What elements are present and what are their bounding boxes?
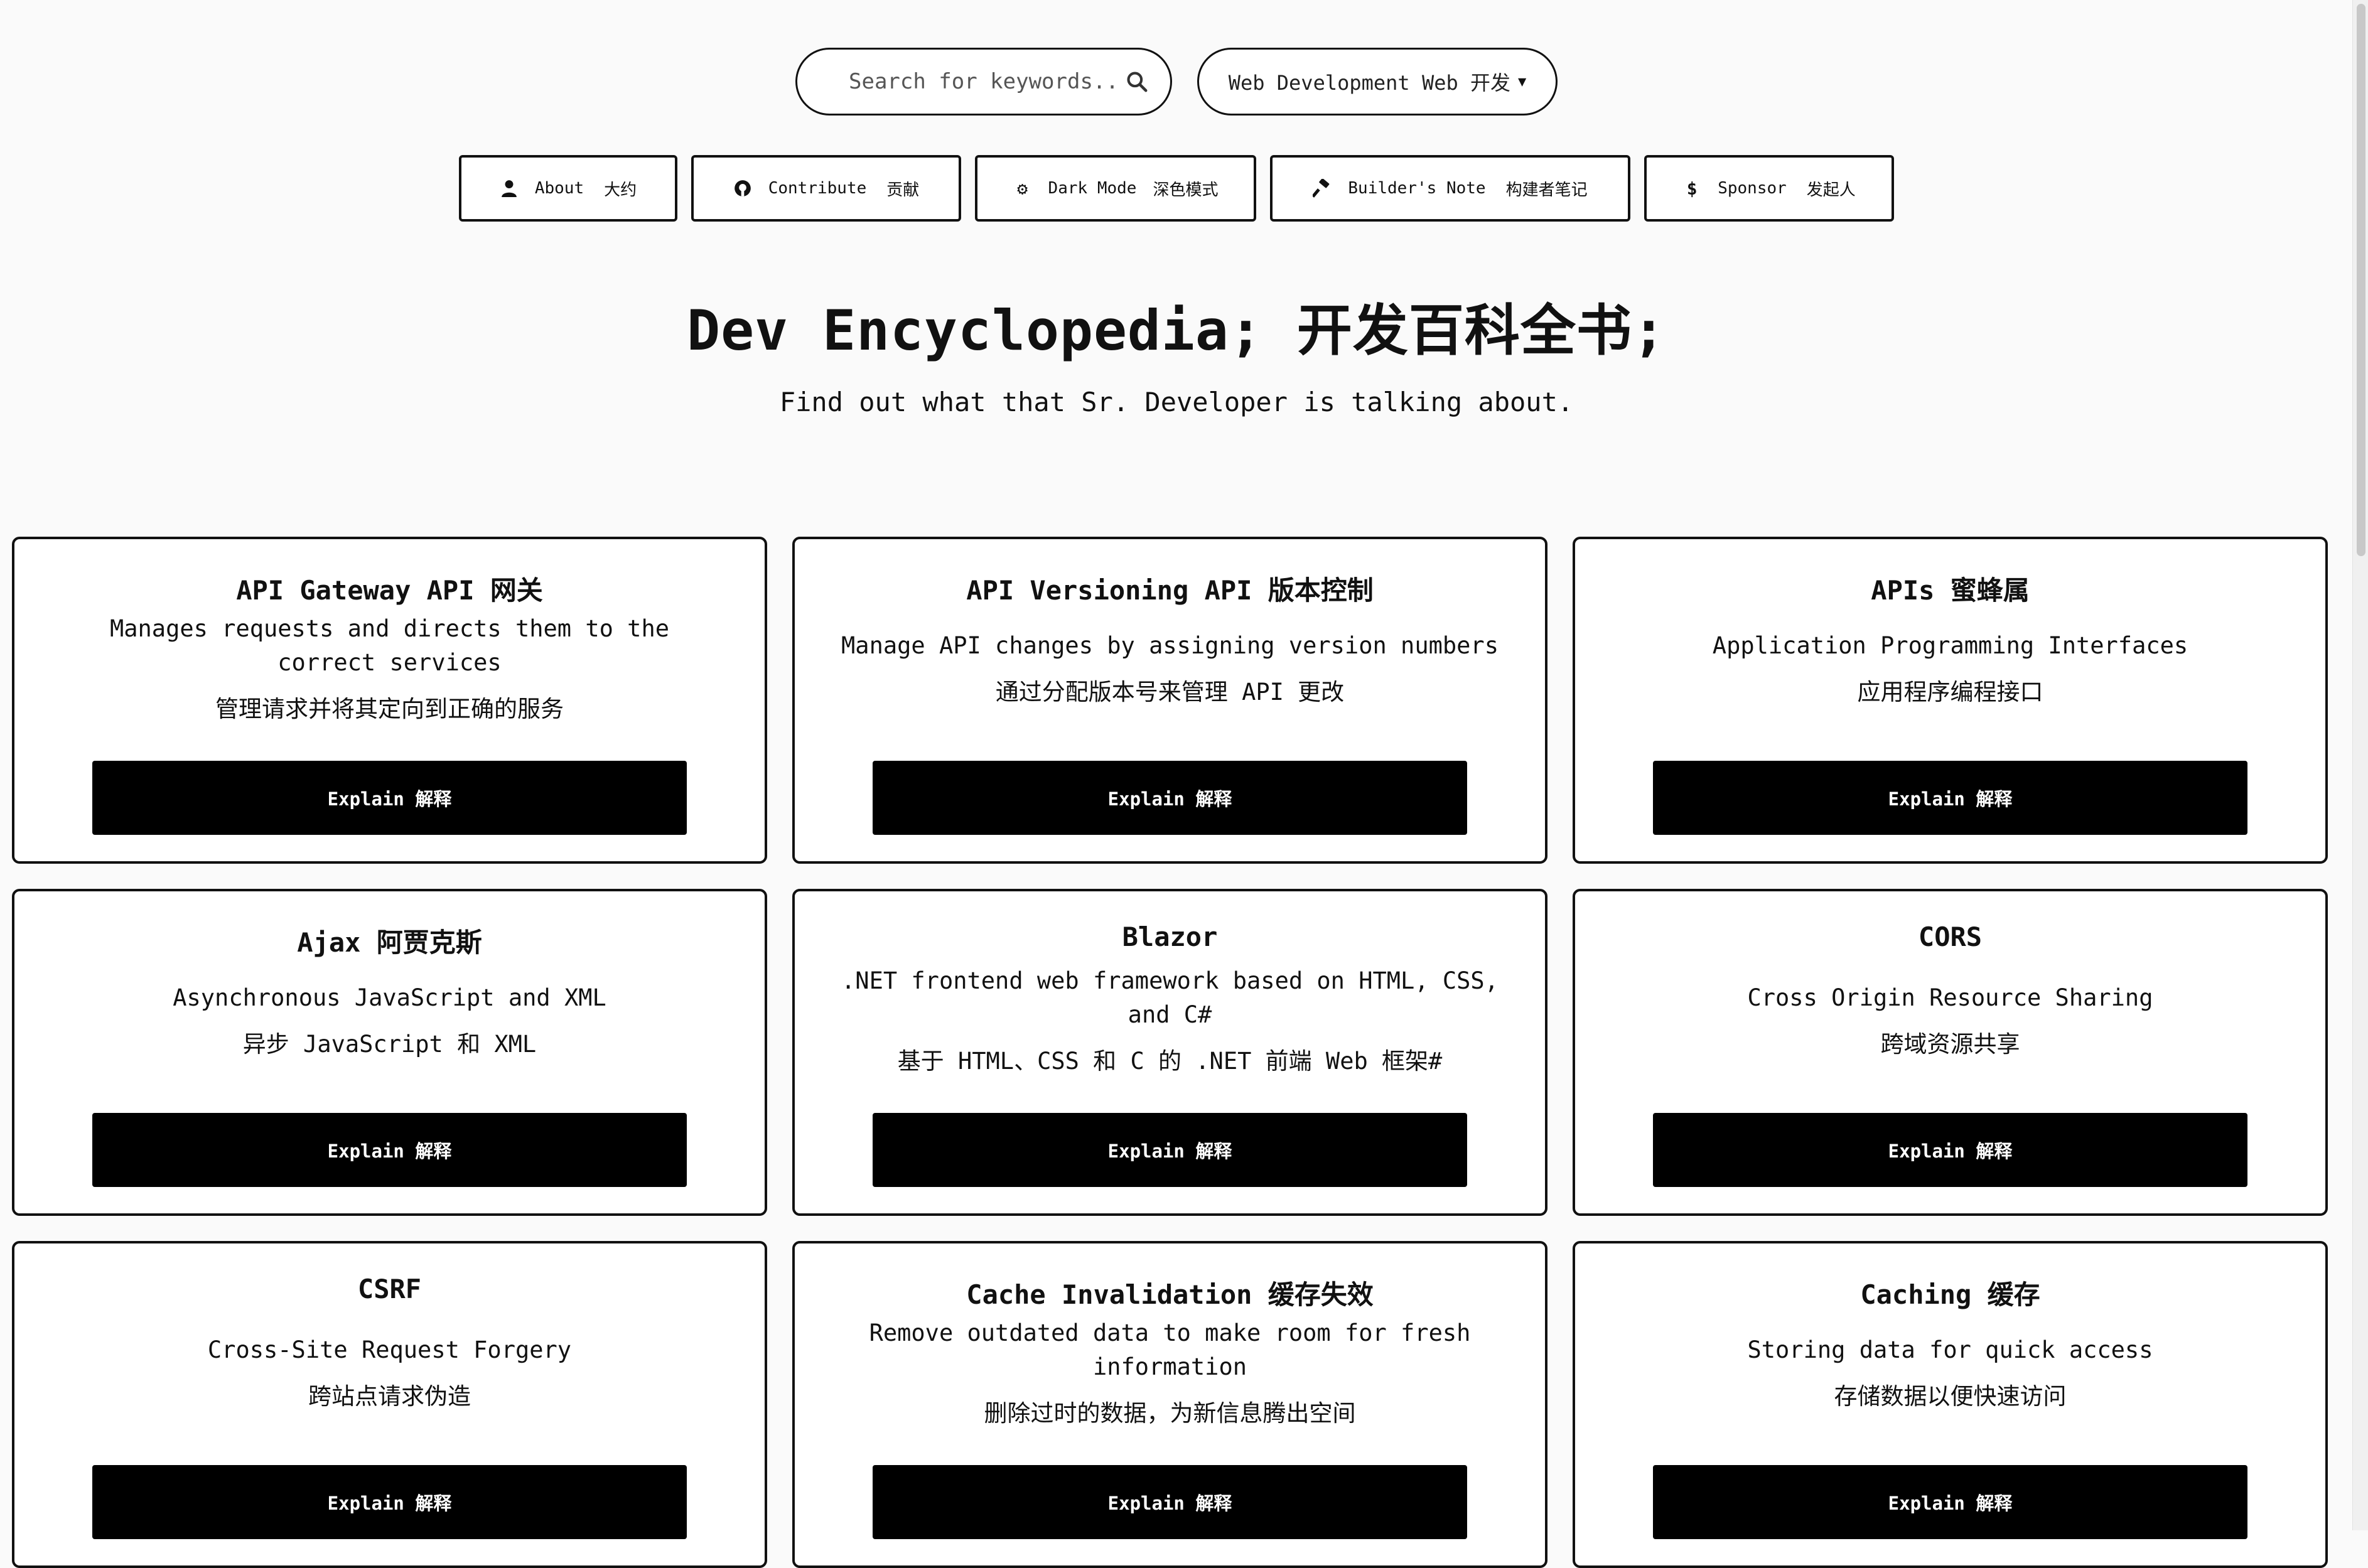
term-card-blazor: Blazor .NET frontend web framework based… — [792, 889, 1547, 1216]
card-description: Storing data for quick access — [1747, 1336, 2153, 1363]
builders-note-button[interactable]: Builder's Note 构建者笔记 — [1270, 155, 1630, 222]
about-label-zh: 大约 — [604, 180, 637, 200]
github-icon — [733, 179, 752, 198]
card-title: Cache Invalidation 缓存失效 — [966, 1279, 1374, 1310]
explain-button[interactable]: Explain 解释 — [873, 1113, 1467, 1187]
contribute-label: Contribute — [768, 179, 867, 198]
search-box[interactable] — [795, 48, 1172, 115]
about-button[interactable]: About 大约 — [459, 155, 677, 222]
sponsor-label: Sponsor — [1718, 179, 1787, 198]
card-title: API Versioning API 版本控制 — [966, 575, 1374, 606]
dark-mode-button[interactable]: ⚙ Dark Mode 深色模式 — [975, 155, 1256, 222]
card-body: .NET frontend web framework based on HTM… — [839, 967, 1501, 1075]
explain-button[interactable]: Explain 解释 — [1653, 1465, 2247, 1539]
sponsor-button[interactable]: $ Sponsor 发起人 — [1644, 155, 1894, 222]
card-title: Caching 缓存 — [1860, 1279, 2040, 1310]
search-icon[interactable] — [1125, 70, 1149, 94]
card-description: Asynchronous JavaScript and XML — [173, 984, 606, 1011]
card-body: Cross-Site Request Forgery 跨站点请求伪造 — [58, 1319, 721, 1426]
explain-button[interactable]: Explain 解释 — [873, 761, 1467, 835]
explain-button[interactable]: Explain 解释 — [1653, 1113, 2247, 1187]
about-label: About — [534, 179, 584, 198]
contribute-button[interactable]: Contribute 贡献 — [691, 155, 961, 222]
dark-mode-label: Dark Mode — [1048, 179, 1137, 198]
card-description: Remove outdated data to make room for fr… — [869, 1319, 1471, 1380]
contribute-label-zh: 贡献 — [886, 180, 920, 200]
term-card-cache-invalidation: Cache Invalidation 缓存失效 Remove outdated … — [792, 1241, 1547, 1568]
category-select-value: Web Development Web 开发 — [1228, 71, 1511, 95]
card-body: Storing data for quick access 存储数据以便快速访问 — [1619, 1319, 2281, 1426]
card-description: Cross Origin Resource Sharing — [1747, 984, 2153, 1011]
term-card-grid: API Gateway API 网关 Manages requests and … — [12, 537, 2328, 1568]
scrollbar-thumb[interactable] — [2357, 4, 2365, 556]
sponsor-label-zh: 发起人 — [1806, 180, 1856, 200]
category-select[interactable]: Web Development Web 开发 ▼ — [1197, 48, 1558, 115]
explain-button[interactable]: Explain 解释 — [92, 761, 687, 835]
dark-mode-label-zh: 深色模式 — [1153, 180, 1219, 200]
card-description-zh: 异步 JavaScript 和 XML — [242, 1031, 537, 1058]
card-body: Remove outdated data to make room for fr… — [839, 1319, 1501, 1427]
term-card-ajax: Ajax 阿贾克斯 Asynchronous JavaScript and XM… — [12, 889, 767, 1216]
term-card-cors: CORS Cross Origin Resource Sharing 跨域资源共… — [1573, 889, 2328, 1216]
term-card-csrf: CSRF Cross-Site Request Forgery 跨站点请求伪造 … — [12, 1241, 767, 1568]
card-description: Manages requests and directs them to the… — [109, 615, 670, 676]
card-body: Asynchronous JavaScript and XML 异步 JavaS… — [58, 967, 721, 1073]
explain-button[interactable]: Explain 解释 — [92, 1113, 687, 1187]
dollar-icon: $ — [1686, 178, 1698, 199]
search-bar-row: Web Development Web 开发 ▼ — [0, 48, 2353, 115]
card-body: Application Programming Interfaces 应用程序编… — [1619, 615, 2281, 721]
page-subtitle: Find out what that Sr. Developer is talk… — [779, 387, 1574, 417]
caret-down-icon: ▼ — [1518, 73, 1527, 90]
card-title: Ajax 阿贾克斯 — [297, 927, 482, 958]
card-body: Manages requests and directs them to the… — [58, 615, 721, 722]
card-description-zh: 管理请求并将其定向到正确的服务 — [215, 695, 564, 722]
card-description-zh: 应用程序编程接口 — [1857, 679, 2043, 706]
card-title: Blazor — [1122, 921, 1218, 952]
card-description-zh: 通过分配版本号来管理 API 更改 — [995, 679, 1345, 706]
card-title: APIs 蜜蜂属 — [1871, 575, 2030, 606]
explain-button[interactable]: Explain 解释 — [873, 1465, 1467, 1539]
term-card-apis: APIs 蜜蜂属 Application Programming Interfa… — [1573, 537, 2328, 864]
card-description: Manage API changes by assigning version … — [841, 632, 1499, 659]
nav-buttons: About 大约 Contribute 贡献 ⚙ Dark Mode 深色模式 … — [0, 155, 2353, 222]
page-scrollbar[interactable] — [2352, 0, 2368, 1530]
search-input[interactable] — [848, 68, 1115, 95]
term-card-api-versioning: API Versioning API 版本控制 Manage API chang… — [792, 537, 1547, 864]
card-description-zh: 存储数据以便快速访问 — [1834, 1383, 2067, 1410]
card-body: Manage API changes by assigning version … — [839, 615, 1501, 721]
card-description: .NET frontend web framework based on HTM… — [841, 967, 1499, 1028]
card-title: API Gateway API 网关 — [236, 575, 543, 606]
card-title: CORS — [1918, 921, 1983, 952]
card-description: Application Programming Interfaces — [1712, 632, 2188, 659]
card-description-zh: 跨站点请求伪造 — [308, 1383, 471, 1410]
card-description-zh: 基于 HTML、CSS 和 C 的 .NET 前端 Web 框架# — [897, 1048, 1443, 1075]
user-icon — [500, 179, 519, 198]
gear-icon: ⚙ — [1017, 178, 1028, 199]
explain-button[interactable]: Explain 解释 — [1653, 761, 2247, 835]
builders-note-label-zh: 构建者笔记 — [1505, 180, 1588, 200]
term-card-api-gateway: API Gateway API 网关 Manages requests and … — [12, 537, 767, 864]
card-description-zh: 跨域资源共享 — [1880, 1031, 2020, 1058]
card-description-zh: 删除过时的数据，为新信息腾出空间 — [984, 1400, 1356, 1427]
explain-button[interactable]: Explain 解释 — [92, 1465, 687, 1539]
card-title: CSRF — [357, 1274, 422, 1304]
card-description: Cross-Site Request Forgery — [207, 1336, 572, 1363]
page-title: Dev Encyclopedia; 开发百科全书; — [687, 298, 1666, 363]
hammer-icon — [1313, 179, 1332, 198]
term-card-caching: Caching 缓存 Storing data for quick access… — [1573, 1241, 2328, 1568]
builders-note-label: Builder's Note — [1348, 179, 1486, 198]
card-body: Cross Origin Resource Sharing 跨域资源共享 — [1619, 967, 2281, 1073]
